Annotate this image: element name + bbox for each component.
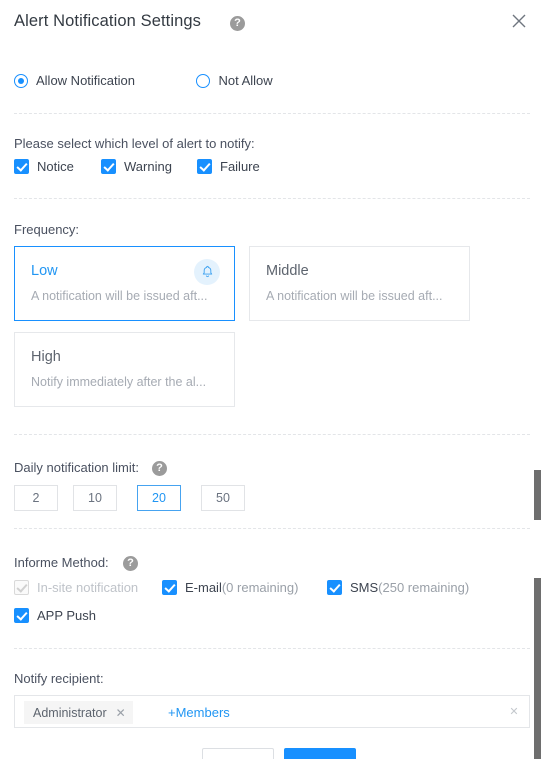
close-icon-recipient-tag[interactable]: ✕	[116, 707, 126, 719]
dialog-header: Alert Notification Settings ?	[0, 0, 543, 46]
daily-limit-label-text: Daily notification limit:	[14, 460, 139, 475]
radio-indicator-not-allow	[196, 73, 211, 88]
divider-1	[14, 113, 530, 114]
daily-limit-option-50[interactable]: 50	[201, 485, 245, 511]
checkbox-label-email-sub: (0 remaining)	[221, 580, 299, 595]
checkbox-label-warning: Warning	[124, 159, 172, 174]
add-members-link[interactable]: +Members	[168, 705, 230, 720]
radio-label-not-allow: Not Allow	[218, 73, 273, 89]
scrollbar-track[interactable]	[532, 0, 543, 759]
checkbox-label-in-site: In-site notification	[37, 580, 139, 595]
checkbox-label-email-text: E-mail	[185, 580, 222, 595]
radio-indicator-allow	[14, 73, 28, 88]
frequency-label: Frequency:	[14, 222, 80, 237]
checkbox-label-sms-sub: (250 remaining)	[378, 580, 470, 595]
checkbox-indicator-email	[162, 580, 177, 595]
recipient-tag-administrator: Administrator ✕	[24, 701, 133, 724]
checkbox-label-email: E-mail(0 remaining)	[185, 580, 298, 595]
checkbox-indicator-notice	[14, 159, 29, 174]
daily-limit-option-2[interactable]: 2	[14, 485, 58, 511]
informe-method-label-text: Informe Method:	[14, 555, 109, 570]
close-icon[interactable]	[509, 11, 529, 31]
checkbox-label-app-push: APP Push	[37, 608, 97, 623]
notify-recipient-input[interactable]: Administrator ✕ +Members ✕	[14, 695, 530, 728]
checkbox-label-notice: Notice	[37, 159, 74, 174]
cancel-button[interactable]	[202, 748, 274, 759]
help-circle-icon-informe-method[interactable]: ?	[123, 556, 138, 571]
divider-3	[14, 434, 530, 435]
checkbox-label-failure: Failure	[220, 159, 260, 174]
checkbox-warning[interactable]: Warning	[101, 159, 172, 174]
checkbox-email[interactable]: E-mail(0 remaining)	[162, 580, 298, 595]
daily-limit-option-20[interactable]: 20	[137, 485, 181, 511]
checkbox-in-site-notification: In-site notification	[14, 580, 138, 595]
frequency-card-middle-desc: A notification will be issued aft...	[266, 289, 443, 303]
allow-notification-radio-group: Allow Notification Not Allow	[14, 72, 308, 90]
frequency-card-low-title: Low	[31, 263, 58, 279]
checkbox-indicator-app-push	[14, 608, 29, 623]
daily-limit-option-10[interactable]: 10	[73, 485, 117, 511]
frequency-card-high[interactable]: High Notify immediately after the al...	[14, 332, 235, 407]
daily-limit-label: Daily notification limit:	[14, 460, 139, 475]
bell-icon	[194, 259, 220, 285]
frequency-card-middle-title: Middle	[266, 263, 309, 279]
scrollbar-thumb-upper[interactable]	[534, 470, 541, 520]
divider-4	[14, 528, 530, 529]
informe-method-label: Informe Method:	[14, 555, 109, 570]
checkbox-sms[interactable]: SMS(250 remaining)	[327, 580, 469, 595]
help-circle-icon-title[interactable]: ?	[230, 16, 245, 31]
checkbox-app-push[interactable]: APP Push	[14, 608, 96, 623]
radio-label-allow: Allow Notification	[36, 73, 135, 89]
recipient-tag-label: Administrator	[33, 705, 107, 720]
checkbox-indicator-in-site	[14, 580, 29, 595]
radio-allow-notification[interactable]: Allow Notification	[14, 73, 135, 88]
page-title: Alert Notification Settings ?	[14, 12, 245, 31]
checkbox-indicator-failure	[197, 159, 212, 174]
ok-button[interactable]	[284, 748, 356, 759]
checkbox-indicator-sms	[327, 580, 342, 595]
frequency-card-middle[interactable]: Middle A notification will be issued aft…	[249, 246, 470, 321]
alert-notification-settings-dialog: Alert Notification Settings ? Allow Noti…	[0, 0, 543, 759]
page-title-text: Alert Notification Settings	[14, 12, 202, 30]
checkbox-label-sms: SMS(250 remaining)	[350, 580, 469, 595]
frequency-card-high-title: High	[31, 349, 61, 365]
notify-recipient-label: Notify recipient:	[14, 671, 104, 686]
checkbox-label-sms-text: SMS	[350, 580, 379, 595]
checkbox-notice[interactable]: Notice	[14, 159, 74, 174]
frequency-card-low-desc: A notification will be issued aft...	[31, 289, 208, 303]
radio-not-allow[interactable]: Not Allow	[196, 73, 273, 89]
frequency-card-high-desc: Notify immediately after the al...	[31, 375, 207, 389]
alert-level-label: Please select which level of alert to no…	[14, 136, 255, 151]
divider-5	[14, 648, 530, 649]
checkbox-failure[interactable]: Failure	[197, 159, 260, 174]
clear-circle-icon[interactable]: ✕	[507, 705, 521, 719]
divider-2	[14, 198, 530, 199]
help-circle-icon-daily-limit[interactable]: ?	[152, 461, 167, 476]
frequency-card-low[interactable]: Low A notification will be issued aft...	[14, 246, 235, 321]
checkbox-indicator-warning	[101, 159, 116, 174]
scrollbar-thumb-lower[interactable]	[534, 578, 541, 759]
